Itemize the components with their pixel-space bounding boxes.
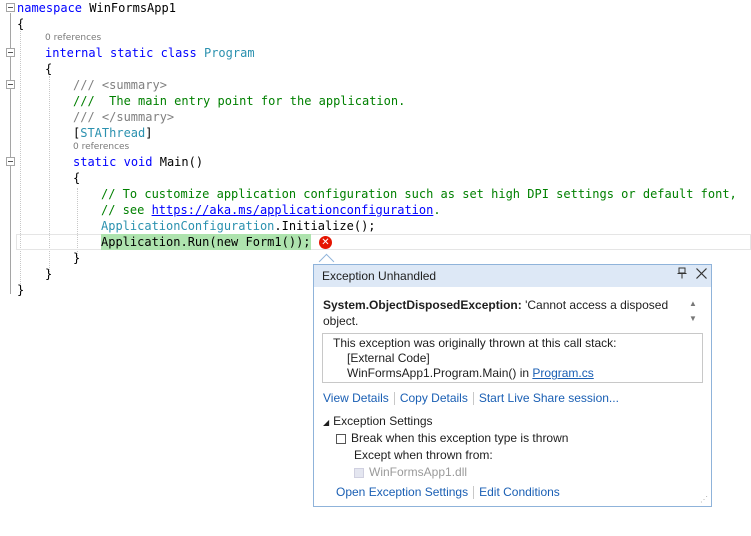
separator: [472, 392, 474, 406]
view-details-link[interactable]: View Details: [323, 391, 389, 405]
close-icon[interactable]: [693, 266, 709, 284]
keyword: internal: [45, 46, 103, 60]
popup-title: Exception Unhandled: [322, 269, 437, 283]
separator: [473, 486, 475, 500]
live-share-link[interactable]: Start Live Share session...: [479, 391, 619, 405]
keyword: static: [73, 155, 117, 169]
codelens-references[interactable]: 0 references: [45, 33, 101, 43]
comment: .: [433, 203, 441, 217]
comment: // To customize application configuratio…: [101, 187, 737, 201]
keyword: class: [160, 46, 197, 60]
code-line: }: [0, 266, 52, 282]
current-statement: Application.Run(new Form1());: [101, 234, 311, 250]
code-line: [STAThread]: [0, 125, 153, 141]
code-line: ApplicationConfiguration.Initialize();: [0, 218, 376, 234]
exception-type: System.ObjectDisposedException:: [323, 298, 522, 312]
bracket: ]: [145, 126, 153, 140]
attribute-name: STAThread: [80, 126, 146, 140]
xml-comment: /// <summary>: [73, 78, 167, 92]
error-icon[interactable]: ✕: [319, 236, 332, 249]
stack-frame: [External Code]: [347, 351, 430, 365]
dll-checkbox: WinFormsApp1.dll: [354, 465, 467, 479]
open-exception-settings-link[interactable]: Open Exception Settings: [336, 485, 468, 499]
resize-grip-icon[interactable]: ⋰: [700, 495, 710, 505]
code-line: // To customize application configuratio…: [0, 186, 737, 202]
brace: {: [17, 17, 25, 31]
settings-links: Open Exception Settings Edit Conditions: [336, 485, 560, 500]
keyword: void: [123, 155, 153, 169]
call-stack-box: This exception was originally thrown at …: [322, 333, 703, 383]
break-when-thrown-checkbox[interactable]: Break when this exception type is thrown: [336, 431, 568, 445]
code-line: {: [0, 61, 52, 77]
dll-label: WinFormsApp1.dll: [369, 465, 468, 479]
xml-comment: /// </summary>: [73, 110, 175, 124]
collapse-triangle-icon: ◢: [323, 418, 330, 427]
method-call: .Initialize();: [274, 219, 376, 233]
code-line: {: [0, 16, 29, 32]
namespace-name: WinFormsApp1: [82, 1, 176, 15]
stack-frame: WinFormsApp1.Program.Main() in Program.c…: [347, 366, 594, 381]
exception-message: System.ObjectDisposedException: 'Cannot …: [323, 297, 673, 329]
comment: // see: [101, 203, 152, 217]
code-line: }: [0, 250, 80, 266]
exception-popup: Exception Unhandled System.ObjectDispose…: [313, 264, 712, 507]
code-line: // see https://aka.ms/applicationconfigu…: [0, 202, 441, 218]
keyword: static: [110, 46, 154, 60]
edit-conditions-link[interactable]: Edit Conditions: [479, 485, 560, 499]
exception-settings-toggle[interactable]: ◢ Exception Settings: [323, 414, 433, 428]
pin-icon[interactable]: [675, 267, 689, 283]
brace: }: [73, 251, 81, 265]
brace: {: [73, 171, 81, 185]
code-line: static void Main(): [0, 154, 203, 170]
brace: }: [17, 283, 25, 297]
xml-comment: /// The main entry point for the applica…: [73, 94, 406, 108]
checkbox-disabled-icon: [354, 467, 364, 478]
exception-text: 'Cannot access a disposed: [521, 298, 669, 312]
stack-header: This exception was originally thrown at …: [333, 336, 617, 350]
checkbox-icon[interactable]: [336, 433, 346, 444]
keyword: namespace: [17, 1, 83, 15]
stack-frame-text: WinFormsApp1.Program.Main() in: [347, 366, 533, 380]
checkbox-label: Break when this exception type is thrown: [351, 431, 569, 445]
code-line: {: [0, 170, 80, 186]
method-signature: Main(): [152, 155, 204, 169]
type-name: ApplicationConfiguration: [101, 219, 275, 233]
action-links: View Details Copy Details Start Live Share…: [323, 391, 619, 406]
except-label: Except when thrown from:: [354, 448, 493, 462]
codelens-references[interactable]: 0 references: [73, 142, 129, 152]
scroll-up-icon[interactable]: ▲: [689, 299, 697, 308]
code-line: Application.Run(new Form1());: [0, 234, 311, 250]
brace: {: [45, 62, 53, 76]
comment-link[interactable]: https://aka.ms/applicationconfiguration: [152, 203, 434, 217]
copy-details-link[interactable]: Copy Details: [400, 391, 468, 405]
code-line: internal static class Program: [0, 45, 255, 61]
separator: [393, 392, 395, 406]
scroll-down-icon[interactable]: ▼: [689, 314, 697, 323]
popup-header[interactable]: Exception Unhandled: [314, 265, 711, 287]
code-line: /// </summary>: [0, 109, 174, 125]
class-name: Program: [203, 46, 255, 60]
source-file-link[interactable]: Program.cs: [532, 366, 593, 380]
code-line: /// The main entry point for the applica…: [0, 93, 405, 109]
brace: }: [45, 267, 53, 281]
code-line: }: [0, 282, 29, 298]
code-line: /// <summary>: [0, 77, 167, 93]
settings-title: Exception Settings: [333, 414, 433, 428]
code-line: namespace WinFormsApp1: [0, 0, 176, 16]
exception-text: object.: [323, 314, 359, 328]
